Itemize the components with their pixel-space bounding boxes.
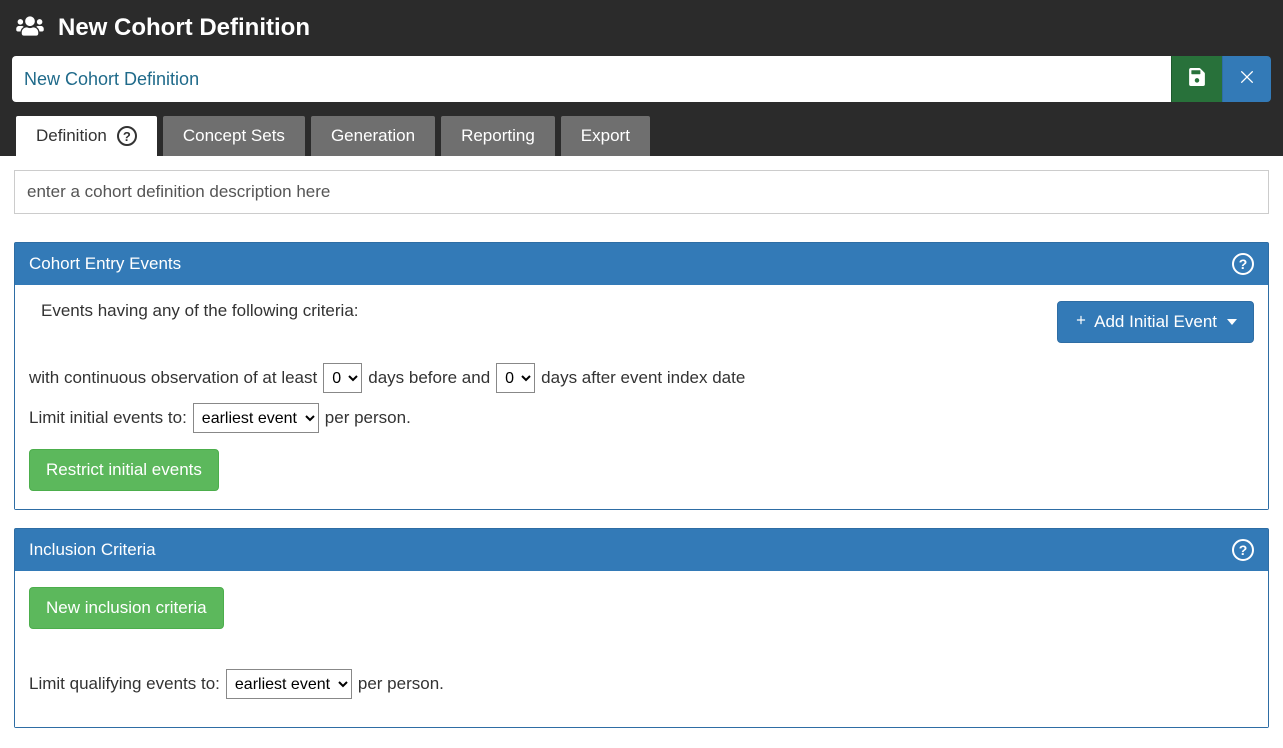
- tab-definition[interactable]: Definition ?: [16, 116, 157, 156]
- limit-initial-select[interactable]: earliest event: [193, 403, 319, 433]
- save-button[interactable]: [1171, 56, 1222, 102]
- tab-export[interactable]: Export: [561, 116, 650, 156]
- add-initial-event-button[interactable]: Add Initial Event: [1057, 301, 1254, 343]
- tab-label: Reporting: [461, 126, 535, 146]
- obs-text-1: with continuous observation of at least: [29, 368, 317, 388]
- limit-qualifying-row: Limit qualifying events to: earliest eve…: [29, 669, 1254, 699]
- tab-label: Definition: [36, 126, 107, 146]
- help-icon[interactable]: ?: [117, 126, 137, 146]
- panel-inclusion-criteria: Inclusion Criteria ? New inclusion crite…: [14, 528, 1269, 728]
- obs-text-2: days before and: [368, 368, 490, 388]
- limit-text-1: Limit qualifying events to:: [29, 674, 220, 694]
- title-row: New Cohort Definition: [12, 10, 1271, 56]
- caret-down-icon: [1227, 319, 1237, 325]
- app-header: New Cohort Definition Definition ? Conce…: [0, 0, 1283, 156]
- limit-qualifying-select[interactable]: earliest event: [226, 669, 352, 699]
- tab-label: Export: [581, 126, 630, 146]
- restrict-initial-events-button[interactable]: Restrict initial events: [29, 449, 219, 491]
- save-icon: [1188, 68, 1206, 91]
- button-label: Add Initial Event: [1094, 312, 1217, 332]
- users-icon: [16, 15, 44, 42]
- tab-reporting[interactable]: Reporting: [441, 116, 555, 156]
- limit-text-2: per person.: [325, 408, 411, 428]
- new-inclusion-criteria-button[interactable]: New inclusion criteria: [29, 587, 224, 629]
- page-title: New Cohort Definition: [58, 14, 310, 42]
- button-label: New inclusion criteria: [46, 598, 207, 617]
- entry-intro-text: Events having any of the following crite…: [29, 301, 359, 321]
- days-before-select[interactable]: 0: [323, 363, 362, 393]
- cohort-name-input[interactable]: [12, 56, 1171, 102]
- close-button[interactable]: [1222, 56, 1271, 102]
- observation-row: with continuous observation of at least …: [29, 363, 1254, 393]
- limit-text-1: Limit initial events to:: [29, 408, 187, 428]
- obs-text-3: days after event index date: [541, 368, 745, 388]
- tab-generation[interactable]: Generation: [311, 116, 435, 156]
- tab-label: Concept Sets: [183, 126, 285, 146]
- limit-text-2: per person.: [358, 674, 444, 694]
- tabs: Definition ? Concept Sets Generation Rep…: [12, 116, 1271, 156]
- name-row: [12, 56, 1271, 102]
- panel-title: Cohort Entry Events: [29, 254, 181, 274]
- close-icon: [1239, 69, 1255, 90]
- panel-title: Inclusion Criteria: [29, 540, 156, 560]
- panel-body: Events having any of the following crite…: [15, 285, 1268, 509]
- entry-intro-row: Events having any of the following crite…: [29, 301, 1254, 343]
- panel-header: Cohort Entry Events ?: [15, 243, 1268, 285]
- button-label: Restrict initial events: [46, 460, 202, 479]
- panel-body: New inclusion criteria Limit qualifying …: [15, 571, 1268, 727]
- plus-icon: [1074, 312, 1088, 332]
- description-input[interactable]: [14, 170, 1269, 214]
- tab-concept-sets[interactable]: Concept Sets: [163, 116, 305, 156]
- help-icon[interactable]: ?: [1232, 253, 1254, 275]
- content: Cohort Entry Events ? Events having any …: [0, 156, 1283, 748]
- limit-initial-row: Limit initial events to: earliest event …: [29, 403, 1254, 433]
- days-after-select[interactable]: 0: [496, 363, 535, 393]
- panel-entry-events: Cohort Entry Events ? Events having any …: [14, 242, 1269, 510]
- help-icon[interactable]: ?: [1232, 539, 1254, 561]
- tab-label: Generation: [331, 126, 415, 146]
- panel-header: Inclusion Criteria ?: [15, 529, 1268, 571]
